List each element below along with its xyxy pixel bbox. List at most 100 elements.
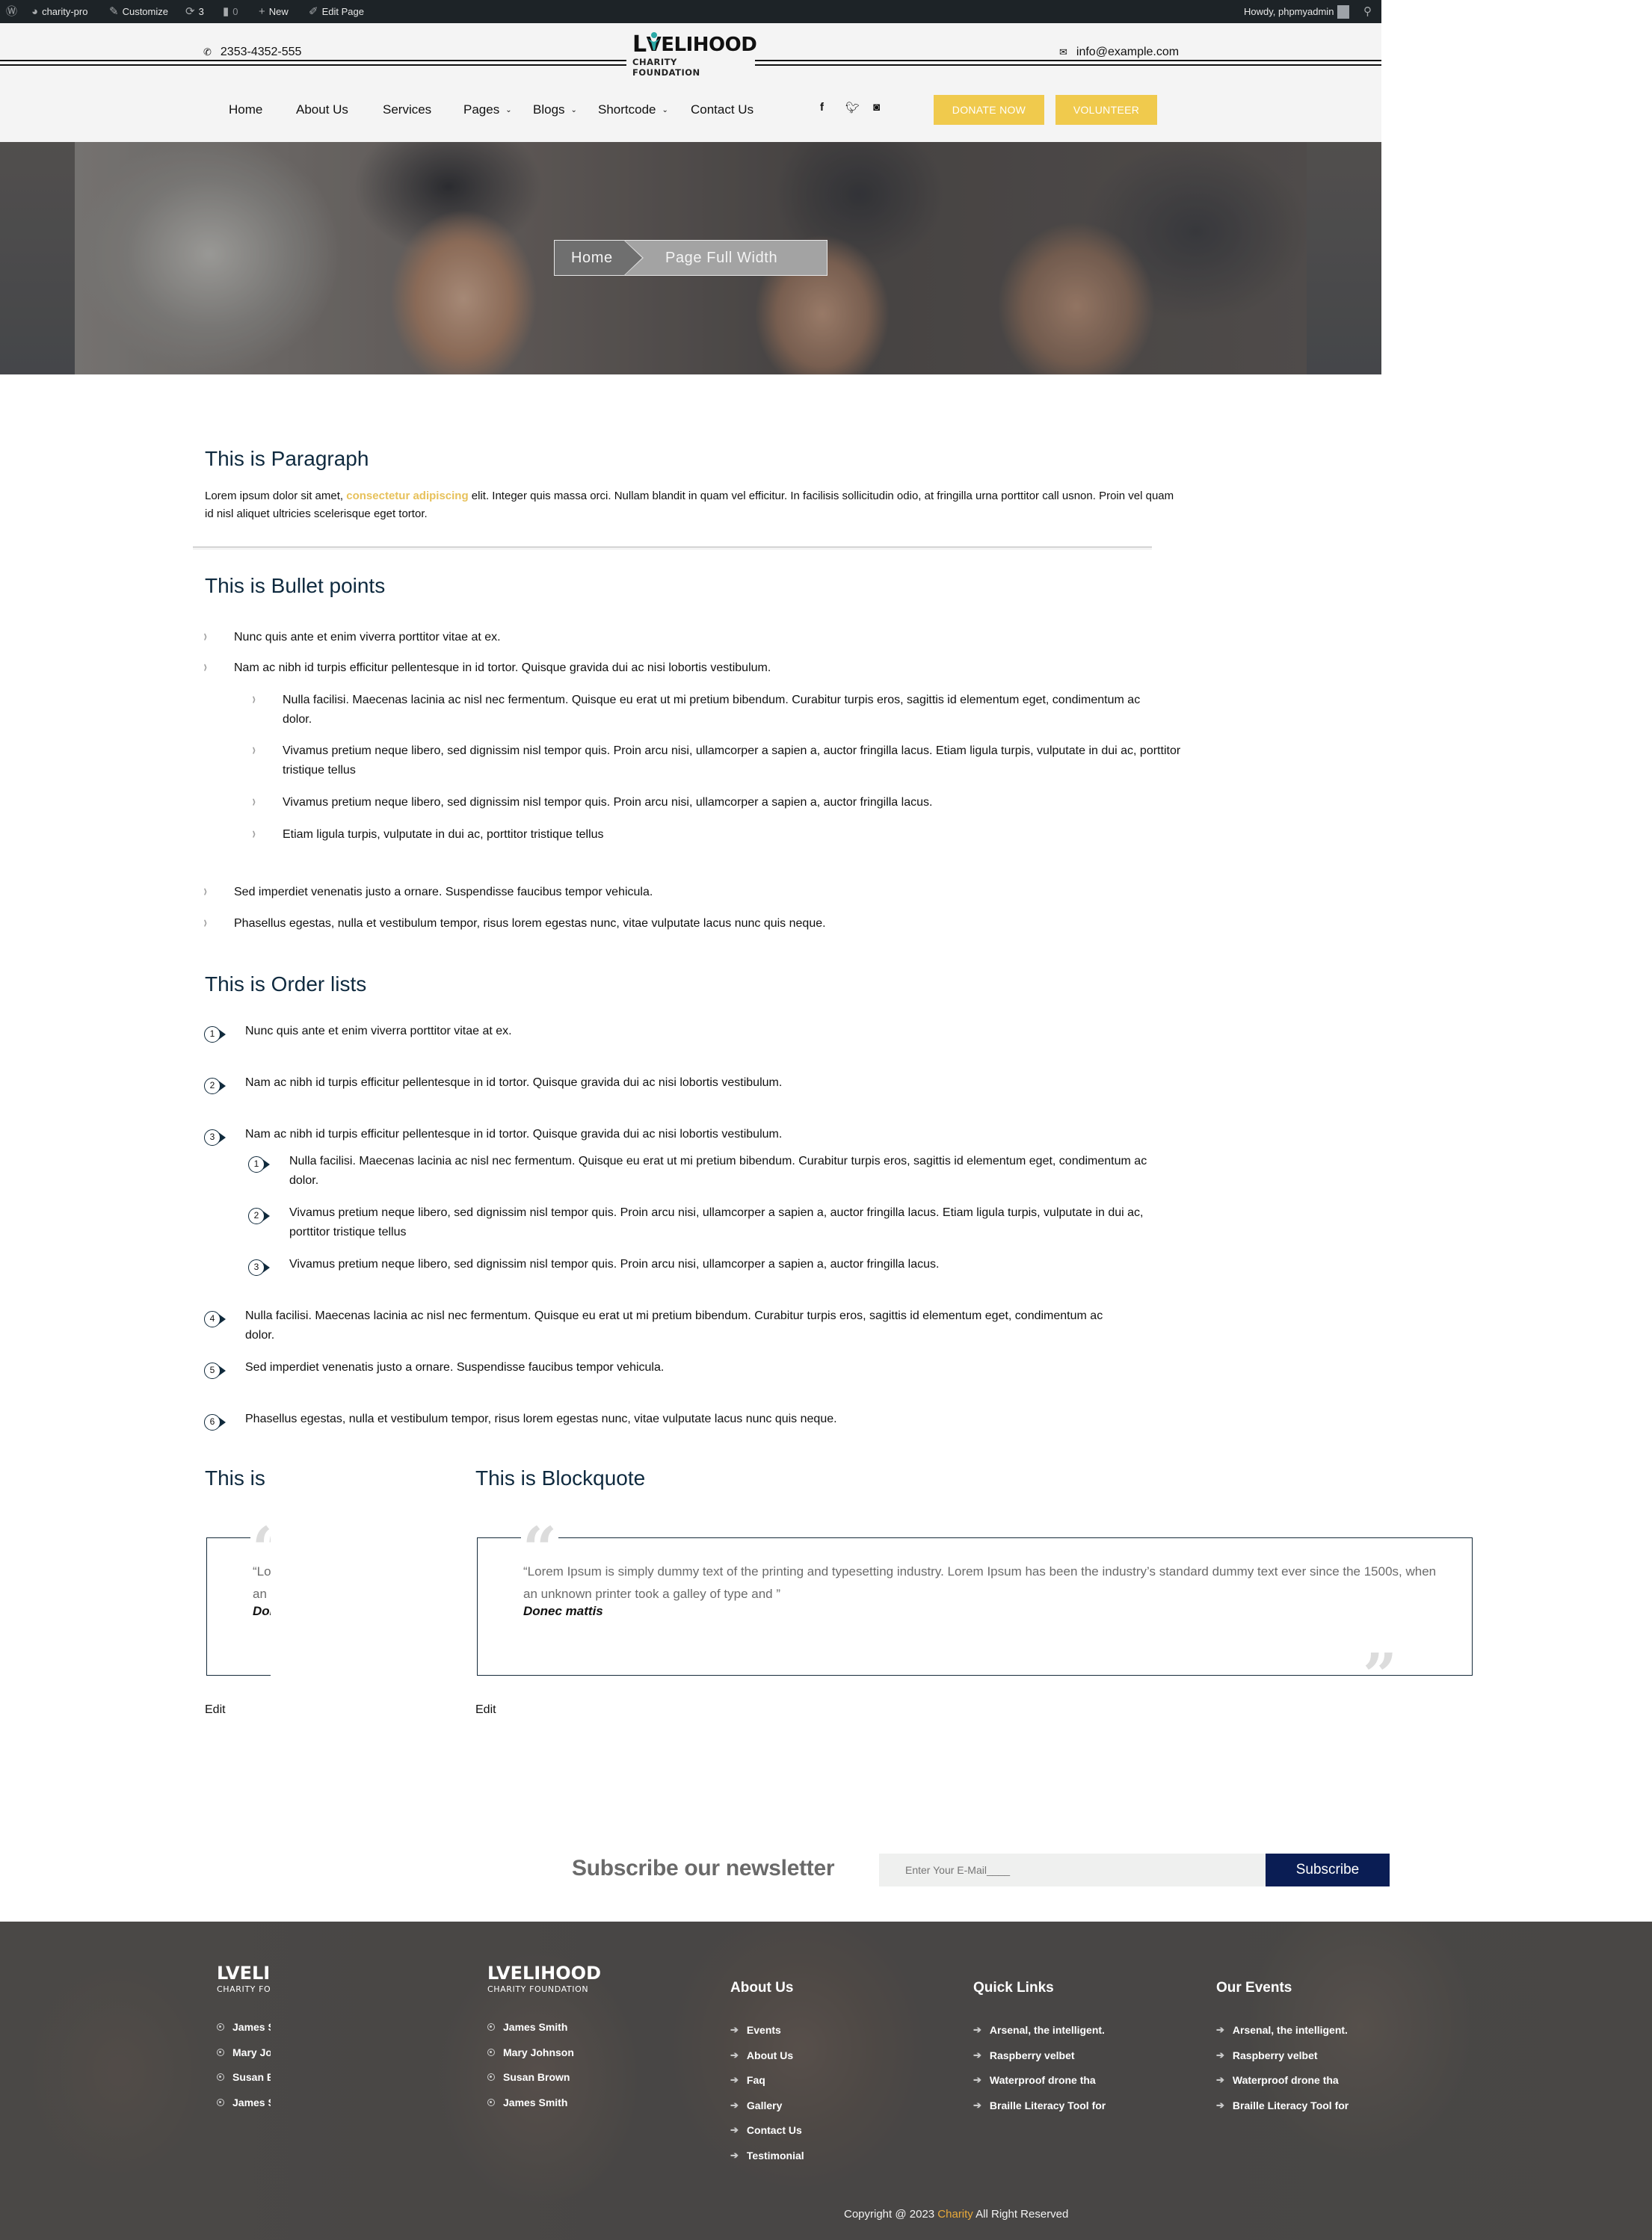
nav-contact-us[interactable]: Contact Us	[691, 102, 753, 117]
footer-person: Susan Brown	[217, 2071, 271, 2083]
copyright-brand-link[interactable]: Charity	[937, 2208, 973, 2221]
footer-person[interactable]: Susan Brown	[487, 2071, 570, 2083]
edit-link[interactable]: Edit	[475, 1703, 496, 1717]
ordered-subitem: 1 Nulla facilisi. Maecenas lacinia ac nis…	[248, 1152, 1164, 1191]
edit-link[interactable]: Edit	[205, 1703, 226, 1717]
number-badge-icon: 1	[204, 1026, 226, 1043]
header-email[interactable]: ✉ info@example.com	[1059, 46, 1179, 59]
wordpress-logo-button[interactable]: Ⓦ	[6, 0, 17, 23]
footer-person[interactable]: Mary Johnson	[487, 2046, 574, 2058]
footer-about-link[interactable]: ➔ About Us	[730, 2049, 793, 2061]
circle-dot-icon	[487, 2049, 495, 2056]
logo-letter: L	[632, 31, 647, 58]
arrow-right-icon: ➔	[1216, 2099, 1224, 2111]
wp-admin-bar: Ⓦ ◕ charity-pro ✎ Customize ⟳ 3 ▮ 0 + New ✐ Ed…	[0, 0, 1381, 23]
edit-page-label: Edit Page	[321, 6, 364, 17]
ordered-text: Nulla facilisi. Maecenas lacinia ac nisl…	[289, 1155, 1147, 1187]
ordered-text: Nulla facilisi. Maecenas lacinia ac nisl…	[245, 1309, 1103, 1342]
phone-number: 2353-4352-555	[220, 46, 302, 58]
link-label: Events	[746, 2024, 781, 2036]
footer-about-link[interactable]: ➔ Events	[730, 2024, 781, 2036]
nav-about-us[interactable]: About Us	[296, 102, 348, 117]
footer-event-link[interactable]: ➔ Braille Literacy Tool for	[1216, 2099, 1349, 2111]
nav-shortcode[interactable]: Shortcode ⌄	[598, 102, 668, 117]
footer-about-link[interactable]: ➔ Testimonial	[730, 2150, 804, 2162]
refresh-icon: ⟳	[185, 5, 195, 18]
ordered-text: Vivamus pretium neque libero, sed dignis…	[289, 1258, 940, 1271]
footer-event-link[interactable]: ➔ Waterproof drone tha	[1216, 2074, 1339, 2086]
main-nav: Home About Us Services Pages ⌄ Blogs ⌄ Sho…	[0, 95, 1381, 125]
footer-quick-link[interactable]: ➔ Waterproof drone tha	[973, 2074, 1096, 2086]
customize-link[interactable]: ✎ Customize	[109, 0, 168, 23]
updates-link[interactable]: ⟳ 3	[185, 0, 204, 23]
nav-services[interactable]: Services	[383, 102, 431, 117]
subscribe-button[interactable]: Subscribe	[1266, 1854, 1390, 1886]
footer-quick-link[interactable]: ➔ Raspberry velbet	[973, 2049, 1075, 2061]
footer-person[interactable]: James Smith	[487, 2096, 567, 2108]
footer-about-heading: About Us	[730, 1980, 794, 1996]
footer-logo-subtitle: CHARITY FOUNDATION	[217, 1984, 271, 1994]
newsletter-email-input[interactable]	[879, 1854, 1266, 1886]
phone-icon: ✆	[203, 46, 212, 58]
footer-quick-link[interactable]: ➔ Braille Literacy Tool for	[973, 2099, 1106, 2111]
link-label: Faq	[746, 2074, 765, 2086]
person-name: James Smith	[232, 2096, 271, 2108]
footer-about-link[interactable]: ➔ Contact Us	[730, 2124, 802, 2136]
comments-link[interactable]: ▮ 0	[223, 0, 238, 23]
bullet-text: Phasellus egestas, nulla et vestibulum t…	[234, 917, 826, 930]
header-divider-right-2	[755, 64, 1381, 66]
footer-person[interactable]: James Smith	[487, 2021, 567, 2033]
link-label: Waterproof drone tha	[1232, 2074, 1339, 2086]
ordered-text: Nam ac nibh id turpis efficitur pellente…	[245, 1128, 783, 1141]
nav-blogs[interactable]: Blogs ⌄	[533, 102, 577, 117]
circle-dot-icon	[217, 2073, 224, 2081]
link-label: Braille Literacy Tool for	[989, 2099, 1106, 2111]
bullet-text: Sed imperdiet venenatis justo a ornare. …	[234, 886, 653, 898]
instagram-icon[interactable]: ◙	[873, 101, 880, 114]
footer-event-link[interactable]: ➔ Raspberry velbet	[1216, 2049, 1318, 2061]
facebook-icon[interactable]: f	[820, 101, 824, 114]
nav-home[interactable]: Home	[229, 102, 262, 117]
blockquote-clipped: “ “Lorem Ipsum is simply dummy text of t…	[206, 1519, 271, 1676]
breadcrumb-home[interactable]: Home	[555, 240, 644, 276]
arrow-right-icon: ➔	[730, 2150, 739, 2161]
paragraph-text-start: Lorem ipsum dolor sit amet,	[205, 490, 347, 502]
volunteer-button[interactable]: VOLUNTEER	[1055, 95, 1157, 125]
twitter-icon[interactable]: 🐦︎	[845, 101, 860, 114]
my-account-link[interactable]: Howdy, phpmyadmin	[1244, 0, 1350, 23]
chevron-down-icon: ⌄	[505, 105, 512, 114]
site-name-link[interactable]: ◕ charity-pro	[31, 0, 87, 23]
ordered-text: Vivamus pretium neque libero, sed dignis…	[289, 1206, 1144, 1238]
header-phone[interactable]: ✆ 2353-4352-555	[203, 46, 301, 59]
person-name: James Smith	[503, 2096, 568, 2108]
link-label: Braille Literacy Tool for	[1232, 2099, 1349, 2111]
paragraph-highlight-link[interactable]: consectetur adipiscing	[346, 490, 468, 502]
quote-open-icon: “	[250, 1519, 271, 1579]
nav-label: Services	[383, 102, 432, 117]
footer-quick-link[interactable]: ➔ Arsenal, the intelligent.	[973, 2024, 1105, 2036]
ordered-text: Nam ac nibh id turpis efficitur pellente…	[245, 1076, 783, 1089]
footer-about-link[interactable]: ➔ Faq	[730, 2074, 765, 2086]
ordered-item: 4 Nulla facilisi. Maecenas lacinia ac nis…	[204, 1306, 1127, 1345]
ordered-item: 6 Phasellus egestas, nulla et vestibulum …	[204, 1410, 1217, 1431]
nav-pages[interactable]: Pages ⌄	[463, 102, 512, 117]
site-name-label: charity-pro	[42, 6, 88, 17]
new-content-link[interactable]: + New	[259, 0, 289, 23]
chevron-right-icon: ›	[203, 626, 207, 645]
volunteer-label: VOLUNTEER	[1073, 104, 1140, 116]
arrow-right-icon: ➔	[730, 2124, 739, 2135]
footer-logo-subtitle: CHARITY FOUNDATION	[487, 1984, 589, 1994]
comment-icon: ▮	[223, 5, 229, 18]
footer-about-link[interactable]: ➔ Gallery	[730, 2099, 782, 2111]
person-name: Susan Brown	[232, 2071, 271, 2083]
edit-page-link[interactable]: ✐ Edit Page	[309, 0, 364, 23]
site-logo[interactable]: L VELIHOOD CHARITY FOUNDATION	[632, 31, 757, 78]
dashboard-icon: ◕	[31, 5, 39, 18]
search-button[interactable]: ⚲	[1363, 0, 1372, 23]
email-address: info@example.com	[1076, 46, 1180, 58]
footer-event-link[interactable]: ➔ Arsenal, the intelligent.	[1216, 2024, 1348, 2036]
footer-logo[interactable]: LVELIHOOD CHARITY FOUNDATION	[487, 1963, 601, 1994]
bullet-text: Nam ac nibh id turpis efficitur pellente…	[234, 661, 771, 674]
donate-now-button[interactable]: DONATE NOW	[934, 95, 1044, 125]
arrow-right-icon: ➔	[1216, 2024, 1224, 2035]
